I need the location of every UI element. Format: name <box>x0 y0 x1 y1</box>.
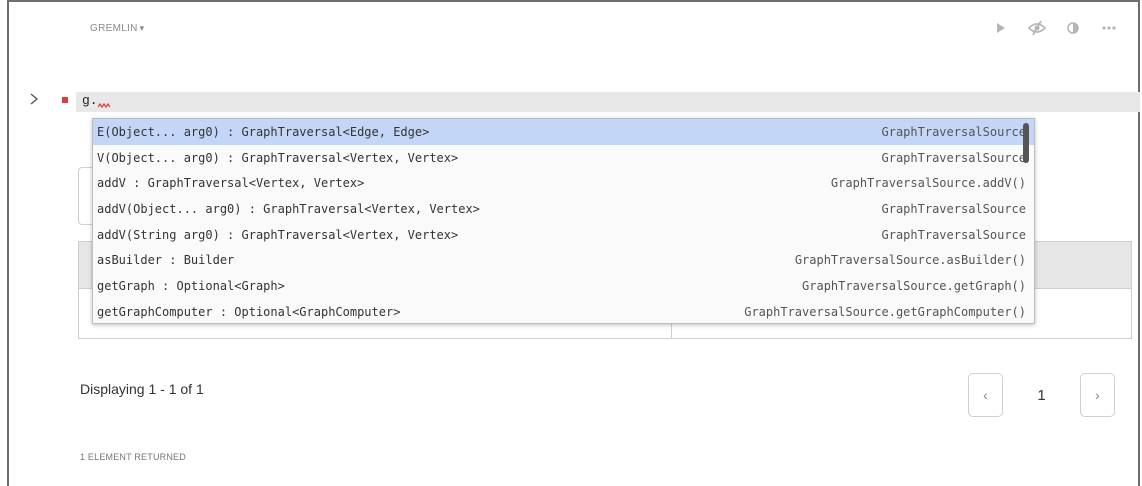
chevron-right-icon[interactable] <box>28 92 40 106</box>
autocomplete-item-source: GraphTraversalSource.getGraph() <box>802 278 1026 293</box>
elements-returned-note: 1 ELEMENT RETURNED <box>80 452 186 462</box>
next-page-button[interactable]: › <box>1080 373 1115 417</box>
hide-code-icon[interactable] <box>1026 17 1048 39</box>
autocomplete-item-label: addV : GraphTraversal<Vertex, Vertex> <box>97 176 365 191</box>
run-icon[interactable] <box>990 17 1012 39</box>
autocomplete-item-source: GraphTraversalSource.addV() <box>830 176 1026 191</box>
autocomplete-item[interactable]: asBuilder : Builder GraphTraversalSource.… <box>93 247 1034 273</box>
autocomplete-item-label: asBuilder : Builder <box>97 253 235 268</box>
current-page: 1 <box>1037 386 1046 404</box>
display-count: Displaying 1 - 1 of 1 <box>80 381 204 397</box>
autocomplete-item[interactable]: getGraphComputer : Optional<GraphCompute… <box>93 299 1034 323</box>
autocomplete-item-source: GraphTraversalSource <box>881 124 1027 139</box>
pagination: ‹ 1 › <box>968 373 1115 417</box>
popup-scrollbar[interactable] <box>1023 123 1029 163</box>
prev-page-button[interactable]: ‹ <box>968 373 1003 417</box>
autocomplete-item[interactable]: addV(Object... arg0) : GraphTraversal<Ve… <box>93 196 1034 222</box>
error-marker-icon <box>62 97 68 103</box>
autocomplete-item-source: GraphTraversalSource <box>881 201 1027 216</box>
autocomplete-item-source: GraphTraversalSource <box>881 150 1027 165</box>
autocomplete-item-source: GraphTraversalSource.asBuilder() <box>794 253 1026 268</box>
spellcheck-squiggle-icon <box>98 103 110 109</box>
editor-active-line[interactable] <box>76 92 1140 112</box>
autocomplete-item-source: GraphTraversalSource.getGraphComputer() <box>744 304 1026 319</box>
autocomplete-item-source: GraphTraversalSource <box>881 227 1027 242</box>
autocomplete-item-label: E(Object... arg0) : GraphTraversal<Edge,… <box>97 124 430 139</box>
code-editor[interactable]: g. <box>82 93 98 108</box>
autocomplete-item-label: getGraph : Optional<Graph> <box>97 278 285 293</box>
autocomplete-item-label: addV(Object... arg0) : GraphTraversal<Ve… <box>97 201 480 216</box>
autocomplete-item-label: addV(String arg0) : GraphTraversal<Verte… <box>97 227 459 242</box>
toggle-output-icon[interactable] <box>1062 17 1084 39</box>
autocomplete-item[interactable]: V(Object... arg0) : GraphTraversal<Verte… <box>93 145 1034 171</box>
autocomplete-item[interactable]: addV(String arg0) : GraphTraversal<Verte… <box>93 222 1034 248</box>
autocomplete-item[interactable]: getGraph : Optional<Graph> GraphTraversal… <box>93 273 1034 299</box>
autocomplete-item[interactable]: addV : GraphTraversal<Vertex, Vertex> Gra… <box>93 170 1034 196</box>
autocomplete-item-label: V(Object... arg0) : GraphTraversal<Verte… <box>97 150 459 165</box>
paragraph-toolbar <box>990 17 1120 39</box>
language-label: GREMLIN <box>90 23 138 34</box>
autocomplete-item-label: getGraphComputer : Optional<GraphCompute… <box>97 304 401 319</box>
chevron-down-icon: ▾ <box>139 23 145 33</box>
autocomplete-popup: E(Object... arg0) : GraphTraversal<Edge,… <box>92 118 1035 324</box>
more-icon[interactable] <box>1098 17 1120 39</box>
autocomplete-item[interactable]: E(Object... arg0) : GraphTraversal<Edge,… <box>93 119 1034 145</box>
language-selector[interactable]: GREMLIN ▾ <box>90 23 145 34</box>
